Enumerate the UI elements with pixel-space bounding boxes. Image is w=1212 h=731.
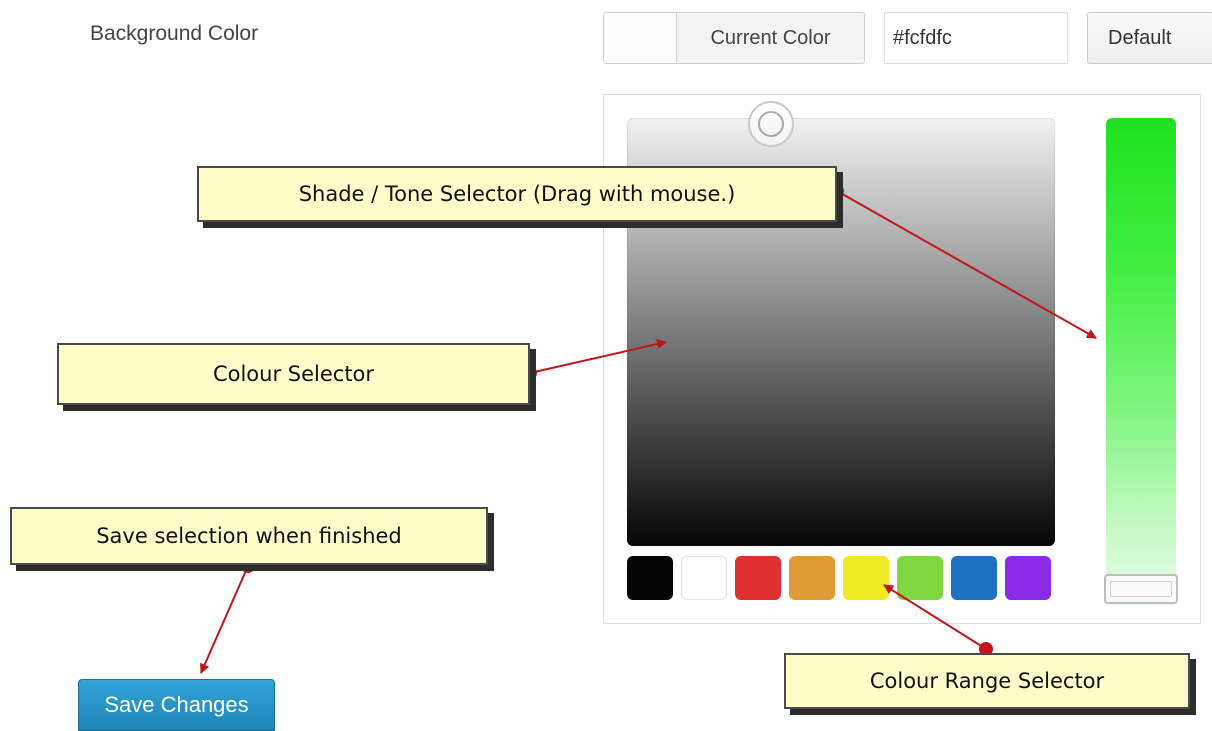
shade-selector-callout: Shade / Tone Selector (Drag with mouse.) — [197, 166, 837, 222]
save-callout: Save selection when finished — [10, 507, 488, 565]
save-changes-button[interactable]: Save Changes — [78, 679, 275, 731]
arrow-shade — [836, 190, 1097, 339]
colour-selector-callout: Colour Selector — [57, 343, 530, 405]
arrow-colour — [529, 339, 667, 374]
arrow-save — [200, 565, 249, 674]
arrow-range — [883, 584, 987, 650]
colour-range-callout: Colour Range Selector — [784, 653, 1190, 709]
